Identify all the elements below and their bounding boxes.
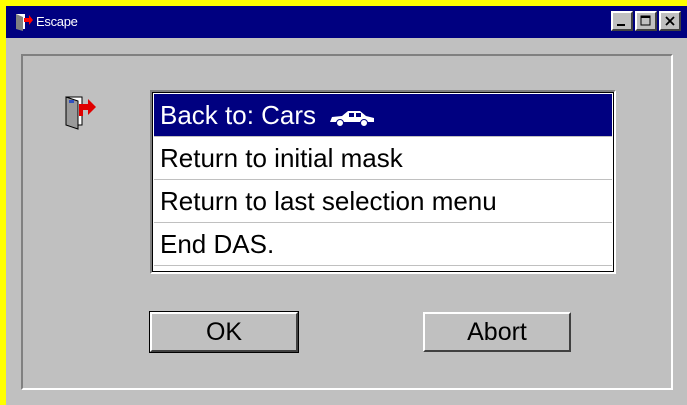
escape-options-list[interactable]: Back to: Cars Return to initial mask Ret… [150, 90, 616, 274]
escape-dialog: Escape Back to: Cars Return to initial m… [6, 6, 687, 405]
dialog-body: Back to: Cars Return to initial mask Ret… [21, 54, 673, 390]
door-exit-icon [65, 96, 96, 130]
maximize-icon [640, 15, 651, 26]
list-item-label: End DAS. [160, 229, 275, 259]
list-item-label: Return to initial mask [160, 143, 403, 173]
maximize-button[interactable] [635, 11, 657, 31]
ok-button[interactable]: OK [149, 311, 299, 353]
minimize-button[interactable] [611, 11, 633, 31]
title-bar[interactable]: Escape [6, 6, 687, 38]
list-item-back-to-cars[interactable]: Back to: Cars [154, 94, 612, 137]
list-item-return-initial-mask[interactable]: Return to initial mask [154, 137, 612, 180]
minimize-icon [617, 24, 625, 26]
door-exit-icon [16, 14, 33, 31]
car-icon [330, 111, 375, 127]
list-item-return-last-selection[interactable]: Return to last selection menu [154, 180, 612, 223]
list-item-end-das[interactable]: End DAS. [154, 223, 612, 266]
list-item-label: Return to last selection menu [160, 186, 497, 216]
close-button[interactable] [659, 11, 681, 31]
window-controls [609, 11, 681, 33]
list-items: Back to: Cars Return to initial mask Ret… [154, 94, 612, 270]
list-item-label: Back to: Cars [160, 100, 317, 130]
close-icon [665, 16, 675, 26]
abort-button[interactable]: Abort [423, 312, 571, 352]
window-title: Escape [36, 14, 78, 29]
